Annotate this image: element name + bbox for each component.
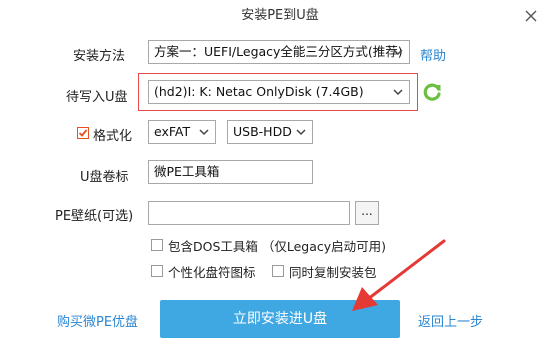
close-icon[interactable] xyxy=(524,9,538,23)
dos-tools-checkbox[interactable] xyxy=(151,239,163,251)
format-label: 格式化 xyxy=(93,129,133,144)
volume-label-input[interactable]: 微PE工具箱 xyxy=(148,160,313,184)
target-disk-label: 待写入U盘 xyxy=(66,90,128,105)
browse-button[interactable]: ... xyxy=(355,201,379,225)
install-method-label: 安装方法 xyxy=(73,49,126,64)
check-icon xyxy=(78,129,88,137)
custom-icon-label: 个性化盘符图标 xyxy=(168,265,256,280)
help-link[interactable]: 帮助 xyxy=(420,45,446,64)
chevron-down-icon xyxy=(393,49,403,56)
install-method-value: 方案一：UEFI/Legacy全能三分区方式(推荐) xyxy=(154,44,403,59)
buy-usb-link[interactable]: 购买微PE优盘 xyxy=(57,311,138,330)
wallpaper-input[interactable] xyxy=(148,201,350,225)
boot-mode-select[interactable]: USB-HDD xyxy=(227,120,313,144)
copy-installer-checkbox[interactable] xyxy=(272,265,284,277)
chevron-down-icon xyxy=(393,89,403,96)
filesystem-value: exFAT xyxy=(154,124,191,139)
wallpaper-label: PE壁纸(可选) xyxy=(55,209,134,224)
install-method-select[interactable]: 方案一：UEFI/Legacy全能三分区方式(推荐) xyxy=(148,40,410,64)
target-disk-value: (hd2)I: K: Netac OnlyDisk (7.4GB) xyxy=(154,84,364,99)
volume-label-label: U盘卷标 xyxy=(80,170,129,185)
arrow-annotation xyxy=(352,239,446,311)
format-checkbox[interactable] xyxy=(77,127,89,139)
boot-mode-value: USB-HDD xyxy=(233,124,292,139)
window-title: 安装PE到U盘 xyxy=(241,8,319,23)
chevron-down-icon xyxy=(296,129,306,136)
target-disk-select[interactable]: (hd2)I: K: Netac OnlyDisk (7.4GB) xyxy=(148,80,410,104)
refresh-icon[interactable] xyxy=(421,81,443,103)
filesystem-select[interactable]: exFAT xyxy=(148,120,216,144)
custom-icon-checkbox[interactable] xyxy=(151,265,163,277)
chevron-down-icon xyxy=(199,129,209,136)
